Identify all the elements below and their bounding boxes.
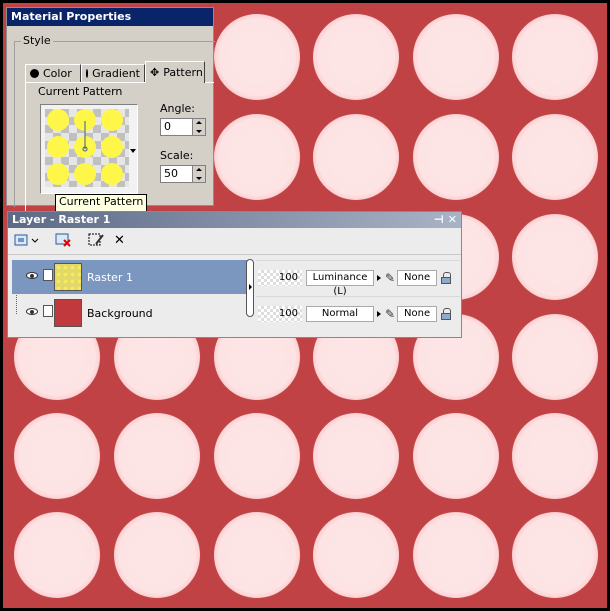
layer-props-background: 100 Normal ✎ None: [256, 296, 460, 331]
scale-stepper[interactable]: 50: [160, 165, 206, 183]
pattern-circle: [214, 512, 300, 598]
layer-toolbar: ✕: [8, 228, 461, 255]
tab-color[interactable]: Color: [25, 64, 81, 82]
opacity-slider[interactable]: 100: [258, 270, 302, 286]
material-properties-panel: Material Properties Style Color Gradient…: [6, 7, 215, 213]
delete-layer-icon[interactable]: [55, 232, 73, 250]
pattern-circle: [512, 413, 598, 499]
pattern-circle: [512, 512, 598, 598]
pattern-circle: [313, 413, 399, 499]
tab-pattern[interactable]: ✥ Pattern: [145, 61, 205, 83]
pattern-circle: [114, 413, 200, 499]
pattern-circle: [214, 413, 300, 499]
opacity-slider[interactable]: 100: [258, 306, 302, 322]
blend-arrow-icon[interactable]: [375, 306, 383, 322]
edit-selection-icon[interactable]: [88, 232, 106, 250]
pattern-circle: [512, 114, 598, 200]
palette-splitter-handle[interactable]: [246, 259, 254, 317]
blend-arrow-icon[interactable]: [375, 270, 383, 286]
layer-name: Background: [87, 306, 153, 320]
filled-circle-icon: [30, 69, 39, 78]
pattern-circle: [313, 14, 399, 100]
close-icon[interactable]: ✕: [448, 212, 457, 228]
lock-icon[interactable]: [441, 272, 452, 284]
pattern-circle: [512, 14, 598, 100]
pattern-circle: [14, 512, 100, 598]
mask-value: None: [404, 308, 431, 319]
brush-icon[interactable]: ✎: [385, 307, 395, 321]
pattern-icon: ✥: [150, 65, 160, 79]
layer-props-raster-1: 100 Luminance (L) ✎ None: [256, 260, 460, 297]
pattern-circle: [114, 512, 200, 598]
raster-layer-icon: [43, 305, 53, 317]
layer-palette-title: Layer - Raster 1 ⊣ ✕: [8, 212, 461, 228]
angle-stepper[interactable]: 0: [160, 118, 206, 136]
layer-palette-title-text: Layer - Raster 1: [12, 213, 111, 226]
layer-palette: Layer - Raster 1 ⊣ ✕ ✕ Raster 1 Backgrou…: [7, 211, 462, 338]
tab-gradient[interactable]: Gradient: [81, 64, 145, 82]
pattern-circle: [313, 512, 399, 598]
tab-color-label: Color: [43, 66, 72, 80]
angle-value: 0: [164, 120, 171, 133]
layer-row-raster-1[interactable]: Raster 1: [12, 260, 252, 294]
layer-thumbnail: [54, 299, 82, 327]
tab-gradient-label: Gradient: [92, 66, 140, 80]
current-pattern-tooltip: Current Pattern: [55, 194, 148, 212]
pattern-circle: [413, 14, 499, 100]
layer-thumbnail: [54, 263, 82, 291]
visibility-eye-icon[interactable]: [26, 308, 38, 315]
current-pattern-label: Current Pattern: [38, 85, 123, 98]
angle-handle-icon: [82, 121, 88, 152]
new-layer-icon[interactable]: [14, 232, 40, 250]
layer-name: Raster 1: [87, 270, 133, 284]
pattern-circle: [413, 413, 499, 499]
mask-value: None: [404, 272, 431, 283]
pattern-preview: [45, 109, 129, 187]
half-circle-icon: [86, 69, 89, 78]
pattern-circle: [214, 114, 300, 200]
mask-select[interactable]: None: [397, 306, 438, 322]
style-group-label: Style: [21, 34, 53, 47]
opacity-value: 100: [278, 272, 298, 283]
scale-value: 50: [164, 167, 178, 180]
blend-mode-select[interactable]: Luminance (L): [306, 270, 374, 297]
blend-mode-select[interactable]: Normal: [306, 306, 374, 322]
pattern-circle: [413, 114, 499, 200]
pattern-circle: [214, 14, 300, 100]
angle-spin-buttons[interactable]: [192, 119, 205, 135]
angle-label: Angle:: [160, 102, 196, 115]
blend-mode-value: Normal: [321, 308, 359, 319]
pattern-circle: [14, 413, 100, 499]
pin-icon[interactable]: ⊣: [434, 212, 444, 228]
lock-icon[interactable]: [441, 308, 452, 320]
brush-icon[interactable]: ✎: [385, 271, 395, 285]
visibility-eye-icon[interactable]: [26, 272, 38, 279]
scale-spin-buttons[interactable]: [192, 166, 205, 182]
layer-row-background[interactable]: Background: [12, 296, 252, 330]
material-panel-title: Material Properties: [7, 8, 213, 26]
pattern-circle: [313, 114, 399, 200]
current-pattern-swatch[interactable]: [40, 104, 138, 194]
raster-layer-icon: [43, 269, 53, 281]
close-x-icon[interactable]: ✕: [114, 232, 125, 250]
blend-mode-value: Luminance (L): [312, 272, 368, 297]
pattern-circle: [512, 214, 598, 300]
opacity-value: 100: [278, 308, 298, 319]
pattern-circle: [512, 314, 598, 400]
pattern-dropdown-arrow-icon[interactable]: [130, 149, 136, 153]
tab-pattern-label: Pattern: [163, 65, 203, 79]
mask-select[interactable]: None: [397, 270, 438, 286]
scale-label: Scale:: [160, 149, 194, 162]
pattern-circle: [413, 512, 499, 598]
